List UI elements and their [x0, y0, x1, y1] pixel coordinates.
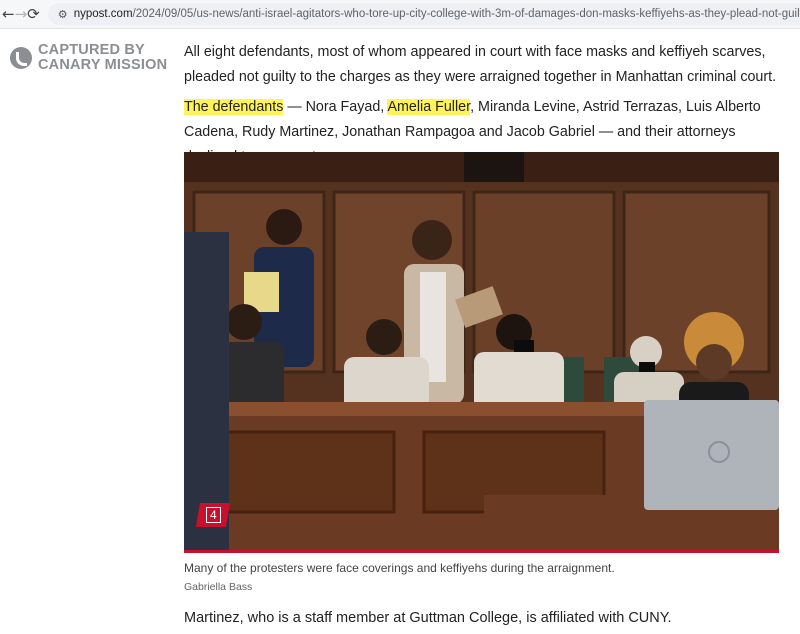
forward-arrow-icon[interactable]: → — [15, 3, 28, 25]
photo-number: 4 — [205, 507, 221, 523]
url-path: /2024/09/05/us-news/anti-israel-agitator… — [132, 8, 800, 20]
article-paragraph-1: All eight defendants, most of whom appea… — [184, 44, 777, 85]
canary-mission-watermark: CAPTURED BY CANARY MISSION — [10, 43, 167, 73]
address-bar[interactable]: ⚙ nypost.com/2024/09/05/us-news/anti-isr… — [47, 3, 800, 25]
back-arrow-icon[interactable]: ← — [2, 3, 15, 25]
photo-number-badge[interactable]: 4 — [195, 503, 231, 527]
reload-icon[interactable]: ⟳ — [27, 3, 40, 25]
courtroom-photo-drawing — [184, 152, 779, 550]
paragraph-2-text-1: — Nora Fayad, — [283, 99, 388, 115]
highlight-defendants: The defendants — [184, 99, 284, 115]
site-settings-icon[interactable]: ⚙ — [54, 8, 72, 21]
photo-caption: Many of the protesters were face coverin… — [184, 561, 615, 575]
url-text[interactable]: nypost.com/2024/09/05/us-news/anti-israe… — [74, 8, 800, 20]
article-paragraph-3: Martinez, who is a staff member at Guttm… — [184, 610, 672, 626]
photo-red-divider — [184, 550, 779, 553]
courtroom-photo[interactable] — [184, 152, 779, 550]
watermark-line1: CAPTURED BY — [38, 42, 145, 58]
highlight-amelia-fuller: Amelia Fuller — [387, 99, 471, 115]
browser-toolbar: ← → ⟳ ⚙ nypost.com/2024/09/05/us-news/an… — [0, 0, 800, 29]
photo-credit: Gabriella Bass — [184, 581, 253, 593]
canary-mission-logo-icon — [10, 47, 32, 69]
url-domain: nypost.com — [73, 8, 133, 20]
watermark-line2: CANARY MISSION — [38, 57, 168, 73]
